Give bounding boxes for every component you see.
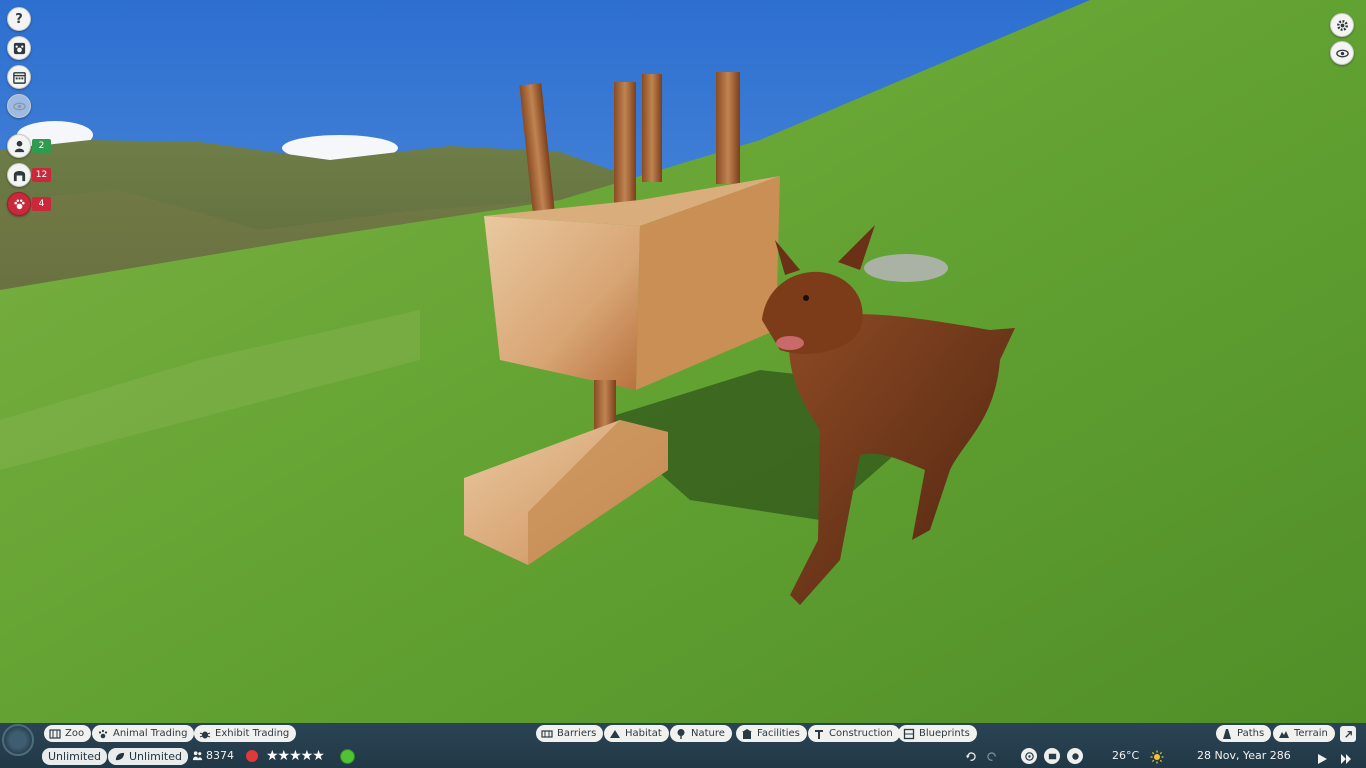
terrain-icon: [1279, 730, 1289, 738]
staff-stat[interactable]: 2: [7, 134, 51, 158]
bottom-toolbar: Zoo Animal Trading Exhibit Trading Barri…: [0, 723, 1366, 768]
redo-icon[interactable]: [984, 748, 1000, 764]
sun-weather-icon: [1150, 749, 1164, 764]
paw-icon: [98, 729, 108, 738]
pole: [716, 72, 740, 184]
guest-happiness-icon[interactable]: [340, 749, 355, 764]
leaf-icon: [115, 752, 125, 761]
tab-zoo[interactable]: Zoo: [44, 725, 92, 742]
settings-gear-icon[interactable]: [1330, 13, 1354, 37]
facilities-icon: [742, 728, 752, 739]
tab-exhibit-trading-label: Exhibit Trading: [215, 728, 290, 739]
date-value: 28 Nov, Year 286: [1197, 749, 1291, 762]
build-menu-row: Zoo Animal Trading Exhibit Trading Barri…: [0, 725, 1366, 744]
tab-terrain-label: Terrain: [1294, 728, 1328, 739]
research-value: Unlimited: [129, 750, 182, 763]
tab-exhibit-trading[interactable]: Exhibit Trading: [194, 725, 297, 742]
research-dial-icon[interactable]: [1021, 748, 1037, 764]
pole: [642, 74, 662, 182]
tab-paths-label: Paths: [1237, 728, 1265, 739]
money-display[interactable]: Unlimited: [42, 748, 107, 765]
help-icon[interactable]: ?: [7, 7, 31, 31]
game-viewport[interactable]: [0, 0, 1366, 768]
tab-zoo-label: Zoo: [65, 728, 85, 739]
tab-animal-trading-label: Animal Trading: [113, 728, 188, 739]
tab-nature[interactable]: Nature: [670, 725, 732, 742]
fast-forward-icon[interactable]: [1340, 750, 1352, 764]
guest-count-value: 8374: [206, 749, 234, 762]
staff-icon: [7, 134, 31, 158]
finance-icon[interactable]: [1044, 748, 1060, 764]
play-speed-icon[interactable]: [1316, 750, 1328, 764]
habitat-count-badge: 12: [32, 168, 51, 182]
camera-view-icon[interactable]: [1330, 41, 1354, 65]
tab-habitat-label: Habitat: [625, 728, 662, 739]
tab-barriers[interactable]: Barriers: [536, 725, 604, 742]
management-icon[interactable]: [1067, 748, 1083, 764]
tab-blueprints[interactable]: Blueprints: [898, 725, 977, 742]
undo-icon[interactable]: [962, 748, 978, 764]
tab-terrain[interactable]: Terrain: [1273, 725, 1335, 742]
tab-facilities-label: Facilities: [757, 728, 800, 739]
guests-icon: [192, 751, 203, 761]
staff-count-badge: 2: [32, 139, 51, 153]
habitat-stat[interactable]: 12: [7, 163, 51, 187]
habitat-gate-icon: [7, 163, 31, 187]
eye-visibility-icon[interactable]: [7, 94, 31, 118]
tree-icon: [677, 728, 685, 739]
tab-blueprints-label: Blueprints: [919, 728, 970, 739]
guest-count-display[interactable]: 8374: [192, 749, 234, 762]
date-display: 28 Nov, Year 286: [1197, 749, 1291, 762]
tab-construction-label: Construction: [829, 728, 893, 739]
animal-paw-icon[interactable]: [7, 36, 31, 60]
bug-icon: [199, 731, 211, 738]
barrier-icon: [541, 729, 553, 738]
tab-construction[interactable]: Construction: [808, 725, 900, 742]
temperature-display: 26°C: [1112, 749, 1139, 762]
temperature-value: 26°C: [1112, 749, 1140, 762]
paw-alert-icon: [7, 192, 31, 216]
research-display[interactable]: Unlimited: [108, 748, 188, 765]
tab-nature-label: Nature: [691, 728, 725, 739]
guest-trend-down-icon: [246, 750, 258, 762]
construction-icon: [815, 729, 823, 739]
tab-animal-trading[interactable]: Animal Trading: [92, 725, 195, 742]
money-value: Unlimited: [48, 750, 101, 763]
paths-icon: [1223, 728, 1231, 739]
status-row: Unlimited Unlimited 8374 ★★★★★ 26°C 28 N…: [0, 746, 1366, 767]
habitat-icon: [610, 729, 620, 738]
expand-menu-icon[interactable]: [1340, 726, 1356, 742]
animal-alert-count-badge: 4: [32, 197, 51, 211]
tab-habitat[interactable]: Habitat: [604, 725, 669, 742]
blueprint-icon: [903, 728, 915, 739]
help-glyph: ?: [15, 11, 23, 27]
tab-facilities[interactable]: Facilities: [736, 725, 807, 742]
tab-paths[interactable]: Paths: [1216, 725, 1272, 742]
zoo-rating-stars[interactable]: ★★★★★: [266, 748, 325, 764]
tab-barriers-label: Barriers: [557, 728, 597, 739]
animal-alert-stat[interactable]: 4: [7, 192, 51, 216]
zoo-icon: [49, 728, 61, 739]
water-bowl: [864, 254, 948, 282]
calendar-icon[interactable]: [7, 65, 31, 89]
pole: [614, 82, 636, 216]
